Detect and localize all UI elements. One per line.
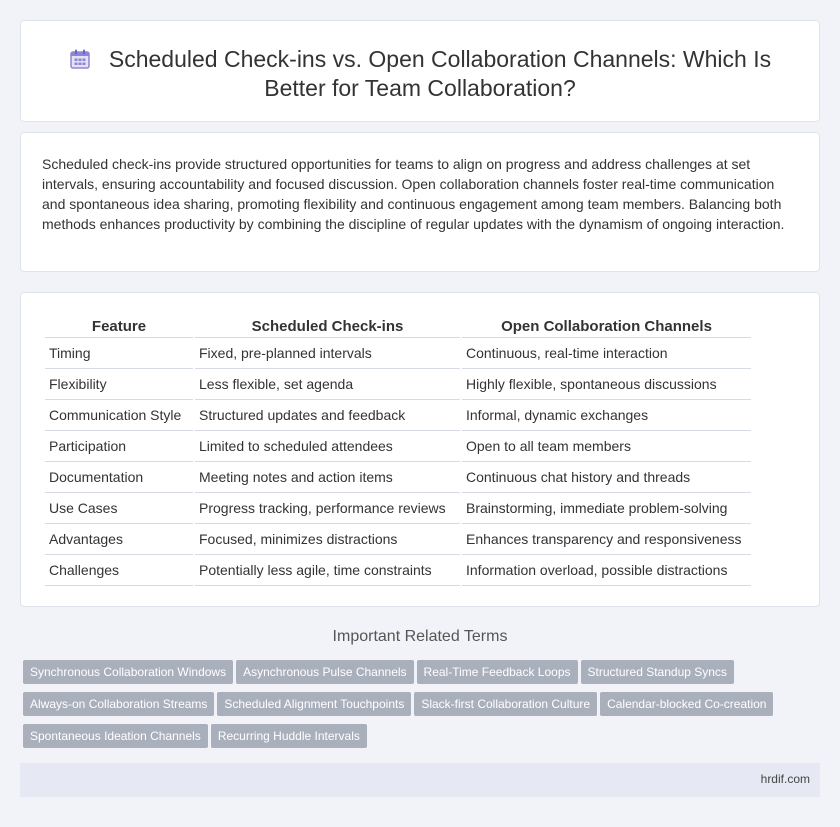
feature-cell: Documentation [45,462,193,493]
header-scheduled: Scheduled Check-ins [195,315,460,338]
scheduled-cell: Focused, minimizes distractions [195,524,460,555]
table-header-row: Feature Scheduled Check-ins Open Collabo… [45,315,751,338]
open-cell: Brainstorming, immediate problem-solving [462,493,751,524]
scheduled-cell: Fixed, pre-planned intervals [195,338,460,369]
scheduled-cell: Structured updates and feedback [195,400,460,431]
scheduled-cell: Less flexible, set agenda [195,369,460,400]
related-term-tag[interactable]: Asynchronous Pulse Channels [236,660,414,684]
table-row: Flexibility Less flexible, set agenda Hi… [45,369,751,400]
open-cell: Informal, dynamic exchanges [462,400,751,431]
feature-cell: Flexibility [45,369,193,400]
footer: hrdif.com [20,763,820,797]
comparison-card: Feature Scheduled Check-ins Open Collabo… [20,292,820,607]
comparison-table: Feature Scheduled Check-ins Open Collabo… [43,315,753,586]
table-row: Advantages Focused, minimizes distractio… [45,524,751,555]
open-cell: Highly flexible, spontaneous discussions [462,369,751,400]
intro-paragraph: Scheduled check-ins provide structured o… [42,156,785,232]
related-term-tag[interactable]: Synchronous Collaboration Windows [23,660,234,684]
scheduled-cell: Potentially less agile, time constraints [195,555,460,586]
scheduled-cell: Meeting notes and action items [195,462,460,493]
open-cell: Continuous, real-time interaction [462,338,751,369]
calendar-icon [70,49,90,69]
scheduled-cell: Limited to scheduled attendees [195,431,460,462]
related-terms-list: Synchronous Collaboration Windows Asynchr… [23,660,823,756]
feature-cell: Advantages [45,524,193,555]
feature-cell: Participation [45,431,193,462]
table-row: Documentation Meeting notes and action i… [45,462,751,493]
header-feature: Feature [45,315,193,338]
open-cell: Information overload, possible distracti… [462,555,751,586]
table-row: Use Cases Progress tracking, performance… [45,493,751,524]
table-row: Challenges Potentially less agile, time … [45,555,751,586]
footer-site-link[interactable]: hrdif.com [761,772,810,786]
feature-cell: Timing [45,338,193,369]
intro-card: Scheduled check-ins provide structured o… [20,132,820,272]
open-cell: Open to all team members [462,431,751,462]
related-term-tag[interactable]: Slack-first Collaboration Culture [414,692,598,716]
related-term-tag[interactable]: Structured Standup Syncs [580,660,734,684]
related-term-tag[interactable]: Real-Time Feedback Loops [416,660,578,684]
feature-cell: Communication Style [45,400,193,431]
related-term-tag[interactable]: Scheduled Alignment Touchpoints [217,692,412,716]
related-term-tag[interactable]: Spontaneous Ideation Channels [23,724,208,748]
open-cell: Continuous chat history and threads [462,462,751,493]
page-title-text: Scheduled Check-ins vs. Open Collaborati… [108,46,772,101]
table-row: Participation Limited to scheduled atten… [45,431,751,462]
related-terms-heading: Important Related Terms [332,628,508,645]
table-row: Timing Fixed, pre-planned intervals Cont… [45,338,751,369]
open-cell: Enhances transparency and responsiveness [462,524,751,555]
page-title: Scheduled Check-ins vs. Open Collaborati… [21,45,819,103]
title-card: Scheduled Check-ins vs. Open Collaborati… [20,20,820,122]
feature-cell: Use Cases [45,493,193,524]
header-open: Open Collaboration Channels [462,315,751,338]
scheduled-cell: Progress tracking, performance reviews [195,493,460,524]
related-term-tag[interactable]: Calendar-blocked Co-creation [600,692,774,716]
feature-cell: Challenges [45,555,193,586]
related-term-tag[interactable]: Recurring Huddle Intervals [210,724,367,748]
table-row: Communication Style Structured updates a… [45,400,751,431]
related-term-tag[interactable]: Always-on Collaboration Streams [23,692,215,716]
